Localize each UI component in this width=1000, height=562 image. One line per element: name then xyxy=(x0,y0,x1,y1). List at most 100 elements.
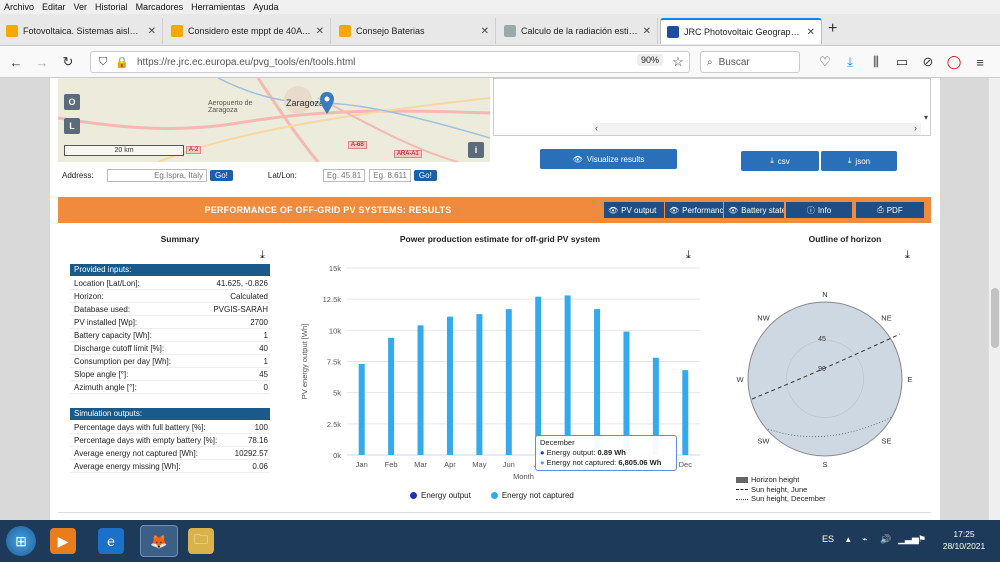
menu-item[interactable]: Herramientas xyxy=(191,2,245,12)
bar-energy-not-captured[interactable] xyxy=(594,309,601,455)
menu-item[interactable]: Archivo xyxy=(4,2,34,12)
new-tab-button[interactable]: + xyxy=(828,20,837,38)
close-icon[interactable]: ✕ xyxy=(316,26,324,37)
summary-row-label: Consumption per day [Wh]: xyxy=(74,357,171,366)
scroll-down-icon[interactable]: ▾ xyxy=(924,113,928,122)
library-icon[interactable]: ⫼ xyxy=(866,52,886,72)
download-icon[interactable]: ⤓ xyxy=(840,52,860,72)
bar-energy-not-captured[interactable] xyxy=(388,337,395,455)
internet-explorer-icon[interactable]: e xyxy=(98,528,124,554)
media-player-icon[interactable]: ▶ xyxy=(50,528,76,554)
reload-icon[interactable]: ↻ xyxy=(58,52,78,72)
map-layer-button[interactable]: L xyxy=(64,118,80,134)
pdf-button[interactable]: ⎙ PDF xyxy=(856,202,924,218)
browser-tab[interactable]: Fotovoltaica. Sistemas aislados ✕ xyxy=(0,18,163,44)
map-panel[interactable]: O L i Zaragoza Aeropuerto de Zaragoza A-… xyxy=(58,78,490,162)
scrollbar-thumb[interactable] xyxy=(991,288,999,348)
file-explorer-icon[interactable]: 🗀 xyxy=(188,528,214,554)
close-icon[interactable]: ✕ xyxy=(148,26,156,37)
address-go-button[interactable]: Go! xyxy=(210,169,233,181)
clock-time: 17:25 xyxy=(953,529,975,539)
menu-item[interactable]: Editar xyxy=(42,2,66,12)
horizontal-scrollbar[interactable]: ‹ › xyxy=(593,123,921,135)
bar-energy-not-captured[interactable] xyxy=(505,309,512,455)
tab-pv-output[interactable]: 👁 PV output xyxy=(604,202,664,218)
addon-icon[interactable]: ◯ xyxy=(944,52,964,72)
tooltip-output-value: 0.89 Wh xyxy=(597,448,626,457)
y-tick-label: 2.5k xyxy=(327,420,341,429)
summary-row-value: 1 xyxy=(263,331,268,340)
visualize-results-button[interactable]: 👁 Visualize results xyxy=(540,149,677,169)
bar-energy-not-captured[interactable] xyxy=(682,370,689,455)
bar-energy-not-captured[interactable] xyxy=(564,295,571,455)
compass-label: S xyxy=(822,460,827,469)
back-icon[interactable]: ← xyxy=(6,52,26,72)
menu-item[interactable]: Marcadores xyxy=(136,2,184,12)
volume-icon[interactable]: 🔊 xyxy=(880,534,891,545)
map-marker-icon[interactable] xyxy=(320,92,334,114)
json-download-button[interactable]: ⤓ json xyxy=(821,151,897,171)
tab-battery-state[interactable]: 👁 Battery state xyxy=(724,202,784,218)
legend-energy-not-captured-label: Energy not captured xyxy=(501,491,574,500)
network-icon[interactable]: ⌁ xyxy=(862,534,867,545)
language-indicator[interactable]: ES xyxy=(822,534,834,544)
sidebar-icon[interactable]: ▭ xyxy=(892,52,912,72)
tab-performance[interactable]: 👁Performance xyxy=(665,202,723,218)
bar-energy-not-captured[interactable] xyxy=(358,363,365,455)
close-icon[interactable]: ✕ xyxy=(643,26,651,37)
menu-item[interactable]: Ver xyxy=(74,2,88,12)
summary-download-icon[interactable]: ⤓ xyxy=(260,249,265,262)
lon-input[interactable] xyxy=(368,168,411,182)
browser-tab[interactable]: JRC Photovoltaic Geographical ✕ xyxy=(660,18,822,44)
tray-expand-icon[interactable]: ▴ xyxy=(846,534,851,545)
summary-row: Location [Lat/Lon]: 41.625, -0.826 xyxy=(70,277,270,290)
browser-tab[interactable]: Calculo de la radiación estimad ✕ xyxy=(498,18,658,44)
lat-input[interactable] xyxy=(322,168,365,182)
scroll-right-icon[interactable]: › xyxy=(914,123,917,133)
y-tick-label: 10k xyxy=(329,326,341,335)
address-bar[interactable]: ⛉ 🔒 https://re.jrc.ec.europa.eu/pvg_tool… xyxy=(90,51,690,73)
map-info-button[interactable]: i xyxy=(468,142,484,158)
signal-icon[interactable]: ▁▃▅ xyxy=(898,534,919,545)
legend-energy-output-label: Energy output xyxy=(421,491,471,500)
bar-energy-not-captured[interactable] xyxy=(417,325,424,455)
flag-icon[interactable]: ⚑ xyxy=(918,534,926,545)
summary-row-value: 40 xyxy=(259,344,268,353)
csv-download-button[interactable]: ⤓ csv xyxy=(741,151,819,171)
menu-icon[interactable]: ≡ xyxy=(970,52,990,72)
map-overlay-button[interactable]: O xyxy=(64,94,80,110)
legend-energy-output[interactable]: Energy output xyxy=(410,491,471,500)
page-scrollbar[interactable] xyxy=(988,78,1000,520)
summary-row-value: 100 xyxy=(254,423,268,432)
horizon-download-icon[interactable]: ⤓ xyxy=(905,249,910,262)
pocket-icon[interactable]: ♡ xyxy=(815,52,835,72)
address-row: Address: Go! Lat/Lon: Go! xyxy=(62,168,492,182)
browser-tab[interactable]: Considero este mppt de 40A sr ✕ xyxy=(165,18,331,44)
latlon-go-button[interactable]: Go! xyxy=(413,169,437,181)
menu-item[interactable]: Historial xyxy=(95,2,128,12)
close-icon[interactable]: ✕ xyxy=(807,27,815,38)
bar-energy-not-captured[interactable] xyxy=(476,314,483,455)
search-input[interactable]: ⌕ Buscar xyxy=(700,51,800,73)
x-tick-label: Mar xyxy=(414,460,427,469)
bar-energy-not-captured[interactable] xyxy=(446,316,453,455)
close-icon[interactable]: ✕ xyxy=(481,26,489,37)
system-clock[interactable]: 17:25 28/10/2021 xyxy=(934,528,994,552)
info-button[interactable]: ⓘ Info xyxy=(786,202,852,218)
latlon-label: Lat/Lon: xyxy=(267,170,297,180)
browser-tab[interactable]: Consejo Baterias ✕ xyxy=(333,18,496,44)
scroll-left-icon[interactable]: ‹ xyxy=(595,123,598,133)
start-button[interactable]: ⊞ xyxy=(6,526,36,556)
address-input[interactable] xyxy=(107,168,207,182)
forward-icon[interactable]: → xyxy=(32,52,52,72)
bookmark-star-icon[interactable]: ☆ xyxy=(668,52,688,72)
shield-icon[interactable]: ⛉ xyxy=(99,56,107,69)
bar-energy-not-captured[interactable] xyxy=(535,296,542,455)
lock-icon[interactable]: 🔒 xyxy=(115,56,129,69)
block-icon[interactable]: ⊘ xyxy=(918,52,938,72)
firefox-icon[interactable]: 🦊 xyxy=(140,525,178,557)
legend-energy-not-captured[interactable]: Energy not captured xyxy=(490,491,574,500)
menu-item[interactable]: Ayuda xyxy=(253,2,278,12)
zoom-level[interactable]: 90% xyxy=(637,54,664,66)
url-text[interactable]: https://re.jrc.ec.europa.eu/pvg_tools/en… xyxy=(137,57,689,68)
